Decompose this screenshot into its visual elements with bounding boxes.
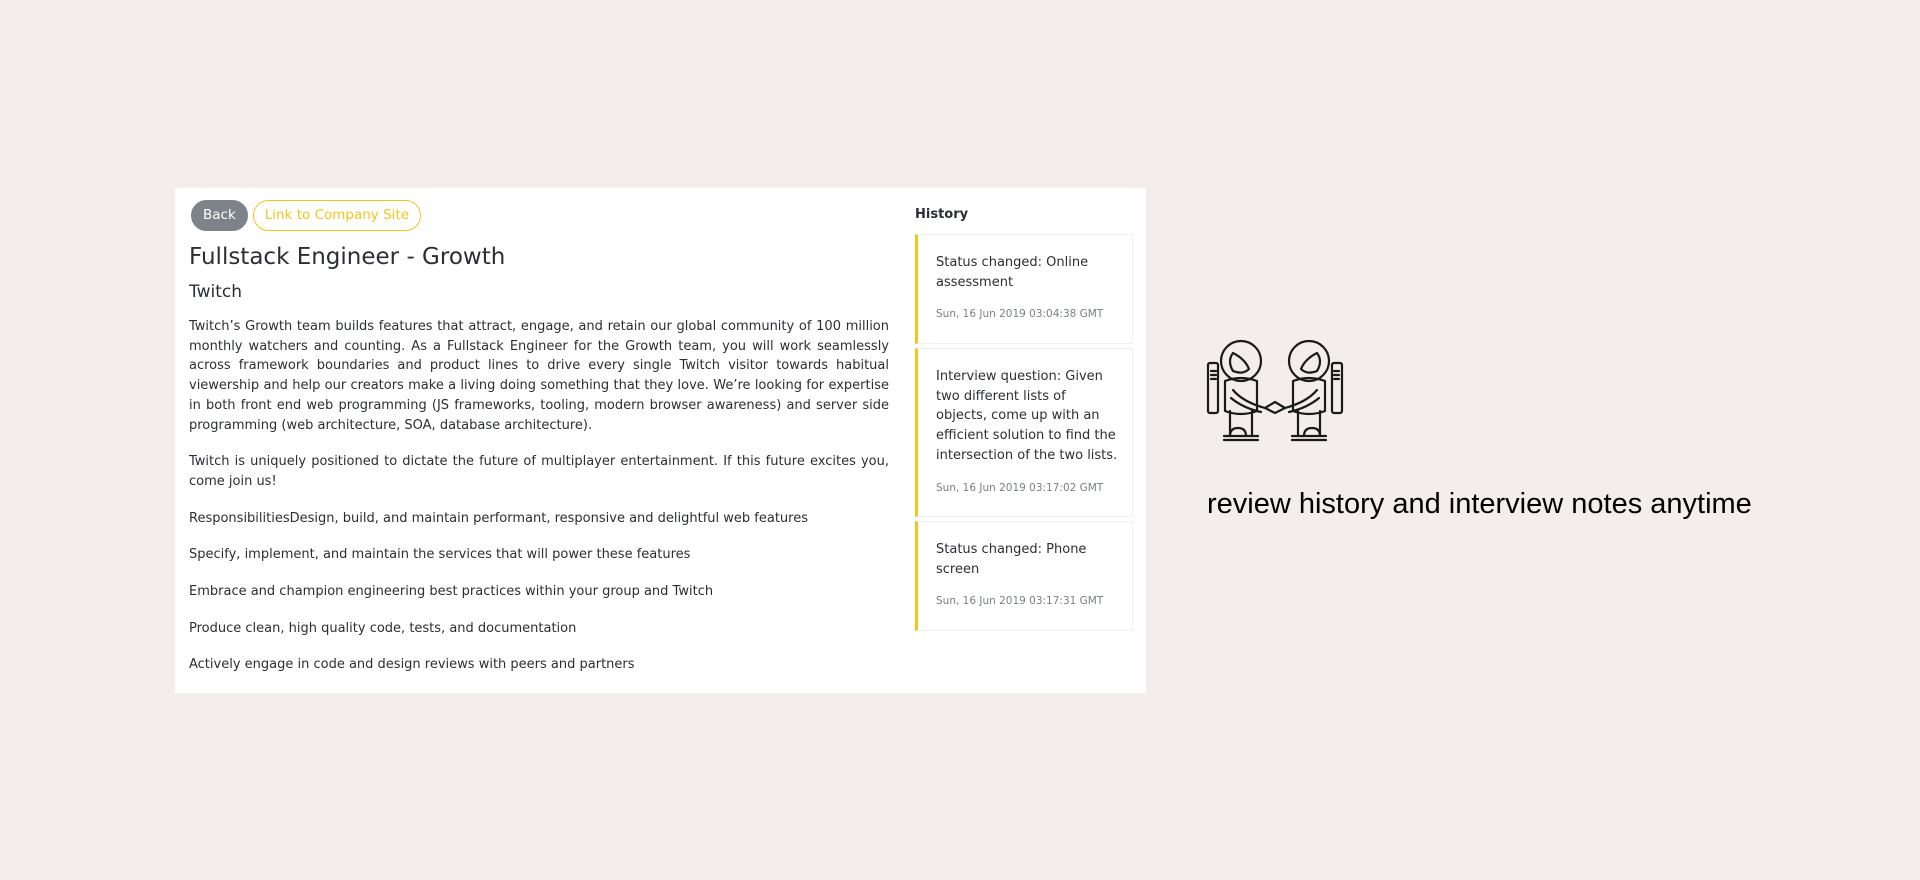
- description-paragraph: Actively engage in code and design revie…: [189, 657, 635, 673]
- history-entry: Status changed: Online assessment Sun, 1…: [915, 234, 1133, 344]
- history-entry-text: Status changed: Online assessment: [936, 255, 1089, 290]
- history-entry-timestamp: Sun, 16 Jun 2019 03:04:38 GMT: [936, 308, 1104, 321]
- history-entry: Status changed: Phone screen Sun, 16 Jun…: [915, 521, 1133, 631]
- history-heading: History: [915, 207, 969, 222]
- job-detail-card: Back Link to Company Site Fullstack Engi…: [175, 188, 1146, 693]
- back-button[interactable]: Back: [191, 200, 248, 231]
- action-buttons: Back Link to Company Site: [191, 200, 421, 231]
- company-name: Twitch: [189, 282, 242, 302]
- description-paragraph: Specify, implement, and maintain the ser…: [189, 547, 691, 563]
- astronauts-handshake-icon: [1206, 339, 1344, 442]
- description-paragraph: Twitch’s Growth team builds features tha…: [189, 319, 889, 433]
- description-paragraph: Twitch is uniquely positioned to dictate…: [189, 454, 889, 489]
- history-entry: Interview question: Given two different …: [915, 348, 1133, 517]
- history-entry-text: Status changed: Phone screen: [936, 542, 1087, 577]
- history-entry-text: Interview question: Given two different …: [936, 369, 1118, 463]
- history-entry-timestamp: Sun, 16 Jun 2019 03:17:31 GMT: [936, 595, 1104, 608]
- job-description: Twitch’s Growth team builds features tha…: [189, 317, 889, 692]
- job-title: Fullstack Engineer - Growth: [189, 244, 506, 270]
- description-paragraph: Embrace and champion engineering best pr…: [189, 584, 714, 600]
- history-entry-timestamp: Sun, 16 Jun 2019 03:17:02 GMT: [936, 481, 1104, 494]
- description-paragraph: ResponsibilitiesDesign, build, and maint…: [189, 510, 809, 526]
- company-site-link-button[interactable]: Link to Company Site: [252, 200, 421, 231]
- promo-tagline: review history and interview notes anyti…: [1207, 488, 1752, 520]
- description-paragraph: Produce clean, high quality code, tests,…: [189, 620, 577, 636]
